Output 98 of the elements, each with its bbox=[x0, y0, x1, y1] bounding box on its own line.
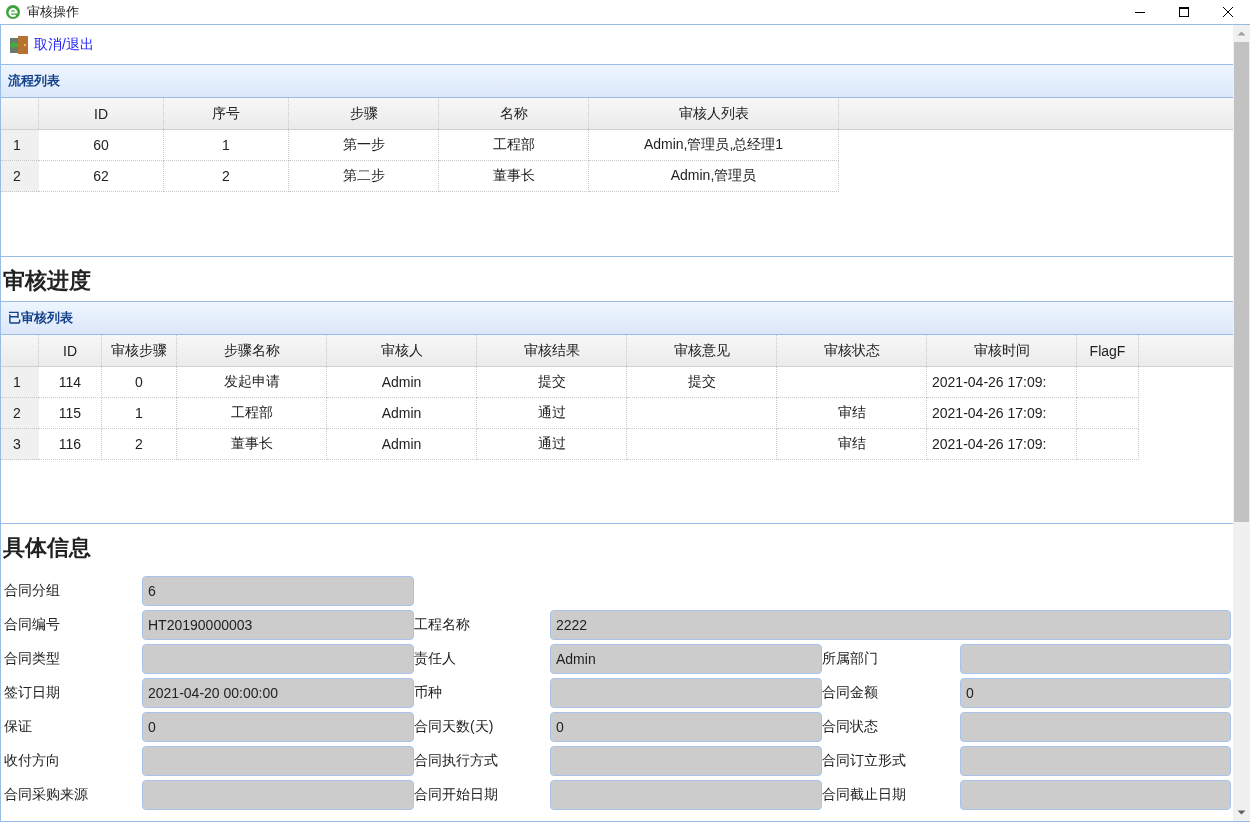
empty-cell bbox=[1077, 398, 1139, 429]
table-cell: 审结 bbox=[777, 398, 927, 429]
table-cell: 发起申请 bbox=[177, 367, 327, 398]
row-number: 1 bbox=[1, 367, 39, 398]
table-cell: Admin bbox=[327, 429, 477, 460]
field-label: 所属部门 bbox=[822, 649, 879, 668]
close-icon bbox=[1222, 6, 1234, 18]
column-header[interactable]: 步骤名称 bbox=[177, 335, 327, 366]
text-field[interactable]: Admin bbox=[550, 644, 822, 674]
field-label: 合同执行方式 bbox=[414, 751, 499, 770]
text-field[interactable]: 0 bbox=[142, 712, 414, 742]
text-field[interactable]: 2222 bbox=[550, 610, 1231, 640]
field-label: 签订日期 bbox=[4, 683, 61, 702]
table-cell: 提交 bbox=[477, 367, 627, 398]
table-cell: 2021-04-26 17:09: bbox=[927, 367, 1077, 398]
table-cell: 审结 bbox=[777, 429, 927, 460]
table-cell: 0 bbox=[102, 367, 177, 398]
table-cell: 2021-04-26 17:09: bbox=[927, 398, 1077, 429]
field-label: 收付方向 bbox=[4, 751, 61, 770]
field-label: 合同截止日期 bbox=[822, 785, 907, 804]
text-field[interactable] bbox=[960, 746, 1231, 776]
text-field[interactable]: 2021-04-20 00:00:00 bbox=[142, 678, 414, 708]
table-cell: 董事长 bbox=[439, 161, 589, 192]
field-label: 合同编号 bbox=[4, 615, 61, 634]
panel-title: 已审核列表 bbox=[1, 302, 1233, 335]
empty-cell bbox=[1077, 429, 1139, 460]
column-header[interactable]: FlagF bbox=[1077, 335, 1139, 366]
field-label: 合同采购来源 bbox=[4, 785, 89, 804]
field-label: 合同金额 bbox=[822, 683, 879, 702]
field-label: 合同类型 bbox=[4, 649, 61, 668]
text-field[interactable] bbox=[960, 712, 1231, 742]
table-cell: 115 bbox=[39, 398, 102, 429]
table-cell: 工程部 bbox=[439, 130, 589, 161]
text-field[interactable] bbox=[550, 746, 822, 776]
table-cell: 工程部 bbox=[177, 398, 327, 429]
table-cell: 1 bbox=[102, 398, 177, 429]
table-cell: 2 bbox=[164, 161, 289, 192]
panel-title: 流程列表 bbox=[1, 65, 1233, 98]
field-label: 保证 bbox=[4, 717, 33, 736]
column-header[interactable]: 审核步骤 bbox=[102, 335, 177, 366]
field-label: 合同开始日期 bbox=[414, 785, 499, 804]
table-cell: 1 bbox=[164, 130, 289, 161]
text-field[interactable] bbox=[142, 746, 414, 776]
text-field[interactable]: 6 bbox=[142, 576, 414, 606]
row-number: 1 bbox=[1, 130, 39, 161]
cancel-exit-link[interactable]: 取消/退出 bbox=[34, 35, 94, 54]
table-cell: Admin,管理员,总经理1 bbox=[589, 130, 839, 161]
table-cell: 董事长 bbox=[177, 429, 327, 460]
row-number: 2 bbox=[1, 398, 39, 429]
table-cell: 62 bbox=[39, 161, 164, 192]
text-field[interactable] bbox=[960, 780, 1231, 810]
column-header[interactable]: 审核状态 bbox=[777, 335, 927, 366]
section-heading: 审核进度 bbox=[2, 267, 92, 295]
table-cell: 第一步 bbox=[289, 130, 439, 161]
window-title: 审核操作 bbox=[27, 3, 80, 21]
table-cell: 114 bbox=[39, 367, 102, 398]
table-cell: 116 bbox=[39, 429, 102, 460]
column-header[interactable]: 名称 bbox=[439, 98, 589, 129]
column-header[interactable]: 审核意见 bbox=[627, 335, 777, 366]
table-cell: 通过 bbox=[477, 398, 627, 429]
table-cell: 2 bbox=[102, 429, 177, 460]
table-cell: 第二步 bbox=[289, 161, 439, 192]
text-field[interactable] bbox=[550, 780, 822, 810]
table-cell: Admin bbox=[327, 367, 477, 398]
table-cell: 60 bbox=[39, 130, 164, 161]
door-exit-icon bbox=[8, 34, 30, 55]
section-heading: 具体信息 bbox=[2, 534, 92, 562]
table-cell: Admin bbox=[327, 398, 477, 429]
table-cell: Admin,管理员 bbox=[589, 161, 839, 192]
maximize-icon bbox=[1178, 6, 1190, 18]
column-header[interactable]: ID bbox=[39, 335, 102, 366]
app-logo-icon bbox=[6, 5, 20, 19]
column-header[interactable]: 审核时间 bbox=[927, 335, 1077, 366]
text-field[interactable]: 0 bbox=[550, 712, 822, 742]
table-cell: 2021-04-26 17:09: bbox=[927, 429, 1077, 460]
field-label: 合同状态 bbox=[822, 717, 879, 736]
field-label: 币种 bbox=[414, 683, 443, 702]
text-field[interactable]: 0 bbox=[960, 678, 1231, 708]
column-header[interactable]: 审核人 bbox=[327, 335, 477, 366]
table-cell: 提交 bbox=[627, 367, 777, 398]
text-field[interactable]: HT20190000003 bbox=[142, 610, 414, 640]
text-field[interactable] bbox=[142, 644, 414, 674]
field-label: 合同分组 bbox=[4, 581, 61, 600]
row-number: 2 bbox=[1, 161, 39, 192]
column-header[interactable]: 步骤 bbox=[289, 98, 439, 129]
column-header[interactable]: ID bbox=[39, 98, 164, 129]
field-label: 合同订立形式 bbox=[822, 751, 907, 770]
row-number: 3 bbox=[1, 429, 39, 460]
field-label: 合同天数(天) bbox=[414, 717, 495, 736]
column-header[interactable]: 审核人列表 bbox=[589, 98, 839, 129]
column-header[interactable]: 审核结果 bbox=[477, 335, 627, 366]
field-label: 工程名称 bbox=[414, 615, 471, 634]
column-header[interactable]: 序号 bbox=[164, 98, 289, 129]
table-cell: 通过 bbox=[477, 429, 627, 460]
field-label: 责任人 bbox=[414, 649, 457, 668]
text-field[interactable] bbox=[550, 678, 822, 708]
text-field[interactable] bbox=[142, 780, 414, 810]
text-field[interactable] bbox=[960, 644, 1231, 674]
